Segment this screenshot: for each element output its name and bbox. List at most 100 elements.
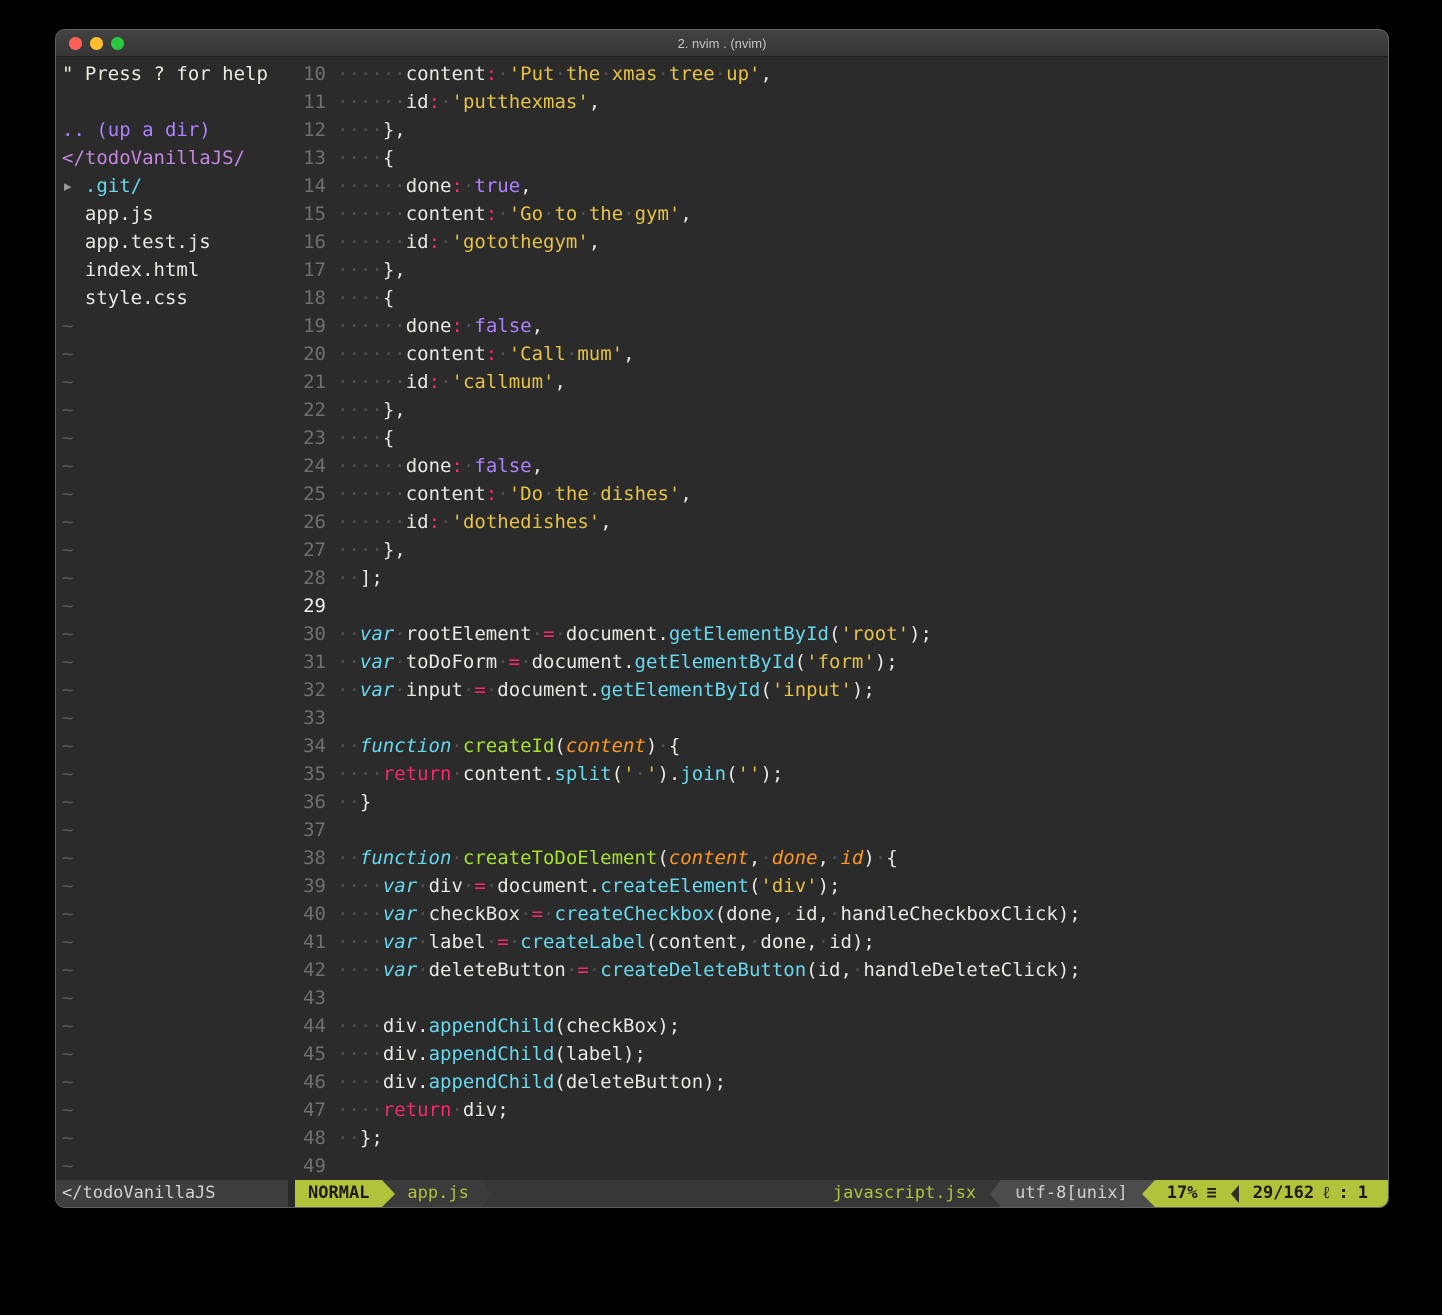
dir-expand-arrow-icon[interactable]: ▸ [62, 175, 85, 197]
code-line[interactable]: 33 [288, 704, 1388, 732]
line-number: 38 [288, 844, 326, 872]
code-text: ····div.appendChild(label); [337, 1040, 646, 1068]
editor-buffer[interactable]: 10······content:·'Put·the·xmas·tree·up',… [288, 57, 1388, 1180]
nerdtree-sidebar[interactable]: " Press ? for help.. (up a dir)</todoVan… [56, 57, 288, 1180]
powerline-separator-icon [382, 1180, 395, 1207]
terminal-window: 2. nvim . (nvim) " Press ? for help.. (u… [56, 30, 1388, 1207]
lines-icon: ≡ [1206, 1180, 1216, 1207]
empty-line-tilde: ~ [62, 620, 288, 648]
code-line[interactable]: 26······id:·'dothedishes', [288, 508, 1388, 536]
empty-line-tilde: ~ [62, 564, 288, 592]
code-line[interactable]: 42 ····var·deleteButton·=·createDeleteBut… [288, 956, 1388, 984]
code-line[interactable]: 15······content:·'Go·to·the·gym', [288, 200, 1388, 228]
empty-line-tilde: ~ [62, 368, 288, 396]
cursor-column: 1 [1358, 1180, 1368, 1207]
empty-line-tilde: ~ [62, 844, 288, 872]
code-line[interactable]: 38 ··function·createToDoElement(content,·… [288, 844, 1388, 872]
mode-indicator: NORMAL [295, 1180, 382, 1207]
statusline-gap [288, 1180, 295, 1207]
code-line[interactable]: 27····}, [288, 536, 1388, 564]
nerdtree-root-path[interactable]: </todoVanillaJS/ [62, 144, 288, 172]
empty-line-tilde: ~ [62, 312, 288, 340]
code-line[interactable]: 16······id:·'gotothegym', [288, 228, 1388, 256]
minimize-button[interactable] [90, 37, 103, 50]
code-line[interactable]: 49 [288, 1152, 1388, 1180]
code-line[interactable]: 14······done:·true, [288, 172, 1388, 200]
code-line[interactable]: 17····}, [288, 256, 1388, 284]
code-text: ······done:·false, [337, 312, 543, 340]
code-line[interactable]: 28··]; [288, 564, 1388, 592]
code-text: ····var·deleteButton·=·createDeleteButto… [337, 956, 1081, 984]
code-line[interactable]: 13····{ [288, 144, 1388, 172]
code-line[interactable]: 21······id:·'callmum', [288, 368, 1388, 396]
code-text: ······content:·'Call·mum', [337, 340, 635, 368]
code-line[interactable]: 20 ······content:·'Call·mum', [288, 340, 1388, 368]
tree-item-app-js[interactable]: app.js [62, 200, 288, 228]
code-line[interactable]: 39····var·div·=·document.createElement('… [288, 872, 1388, 900]
code-line[interactable]: 30··var·rootElement·=·document.getElemen… [288, 620, 1388, 648]
empty-line-tilde: ~ [62, 340, 288, 368]
code-line[interactable]: 37 [288, 816, 1388, 844]
empty-line-tilde: ~ [62, 900, 288, 928]
close-button[interactable] [69, 37, 82, 50]
code-line[interactable]: 19······done:·false, [288, 312, 1388, 340]
tree-item-app-test-js[interactable]: app.test.js [62, 228, 288, 256]
line-number: 30 [288, 620, 326, 648]
nerdtree-up-dir[interactable]: .. (up a dir) [62, 116, 288, 144]
tree-item-style-css[interactable]: style.css [62, 284, 288, 312]
code-line[interactable]: 47····return·div; [288, 1096, 1388, 1124]
code-text: ····{ [337, 424, 394, 452]
code-line[interactable]: 48··}; [288, 1124, 1388, 1152]
code-line[interactable]: 22····}, [288, 396, 1388, 424]
empty-line-tilde: ~ [62, 928, 288, 956]
line-number: 35 [288, 760, 326, 788]
code-line[interactable]: 25······content:·'Do·the·dishes', [288, 480, 1388, 508]
code-line[interactable]: 24······done:·false, [288, 452, 1388, 480]
line-number: 46 [288, 1068, 326, 1096]
line-number: 20 [288, 340, 326, 368]
code-line[interactable]: 11······id:·'putthexmas', [288, 88, 1388, 116]
empty-line-tilde: ~ [62, 1040, 288, 1068]
code-text: ··function·createId(content)·{ [337, 732, 680, 760]
empty-line-tilde: ~ [62, 760, 288, 788]
code-line[interactable]: 45····div.appendChild(label); [288, 1040, 1388, 1068]
code-line[interactable]: 34 ··function·createId(content)·{ [288, 732, 1388, 760]
empty-line-tilde: ~ [62, 648, 288, 676]
code-line[interactable]: 12····}, [288, 116, 1388, 144]
code-text: ····var·label·=·createLabel(content,·don… [337, 928, 875, 956]
line-number: 28 [288, 564, 326, 592]
code-line[interactable]: 40 ····var·checkBox·=·createCheckbox(done… [288, 900, 1388, 928]
code-line[interactable]: 32··var·input·=·document.getElementById(… [288, 676, 1388, 704]
line-number: 41 [288, 928, 326, 956]
line-number: 39 [288, 872, 326, 900]
line-number: 34 [288, 732, 326, 760]
code-line[interactable]: 31··var·toDoForm·=·document.getElementBy… [288, 648, 1388, 676]
code-line[interactable]: 23····{ [288, 424, 1388, 452]
tree-item-git-dir[interactable]: ▸ .git/ [62, 172, 288, 200]
line-number: 42 [288, 956, 326, 984]
window-title: 2. nvim . (nvim) [56, 36, 1388, 51]
code-line[interactable]: 36··} [288, 788, 1388, 816]
code-line[interactable]: 41 ····var·label·=·createLabel(content,·d… [288, 928, 1388, 956]
code-line[interactable]: 18····{ [288, 284, 1388, 312]
code-text: ··}; [337, 1124, 383, 1152]
code-text: ··var·input·=·document.getElementById('i… [337, 676, 875, 704]
code-line[interactable]: 10······content:·'Put·the·xmas·tree·up', [288, 60, 1388, 88]
title-bar[interactable]: 2. nvim . (nvim) [56, 30, 1388, 57]
code-line[interactable]: 43 [288, 984, 1388, 1012]
powerline-left-separator-icon [990, 1180, 1001, 1207]
empty-line-tilde: ~ [62, 1068, 288, 1096]
code-line[interactable]: 44····div.appendChild(checkBox); [288, 1012, 1388, 1040]
code-text: ····div.appendChild(checkBox); [337, 1012, 680, 1040]
code-line[interactable]: 46····div.appendChild(deleteButton); [288, 1068, 1388, 1096]
line-number-icon: ℓ [1323, 1180, 1329, 1207]
line-number: 10 [288, 60, 326, 88]
code-text: ··function·createToDoElement(content,·do… [337, 844, 898, 872]
line-number: 40 [288, 900, 326, 928]
code-text: ····}, [337, 116, 406, 144]
code-line[interactable]: 35····return·content.split('·').join('')… [288, 760, 1388, 788]
tree-item-index-html[interactable]: index.html [62, 256, 288, 284]
code-line[interactable]: 29 [288, 592, 1388, 620]
code-text: ····var·checkBox·=·createCheckbox(done,·… [337, 900, 1081, 928]
fullscreen-button[interactable] [111, 37, 124, 50]
